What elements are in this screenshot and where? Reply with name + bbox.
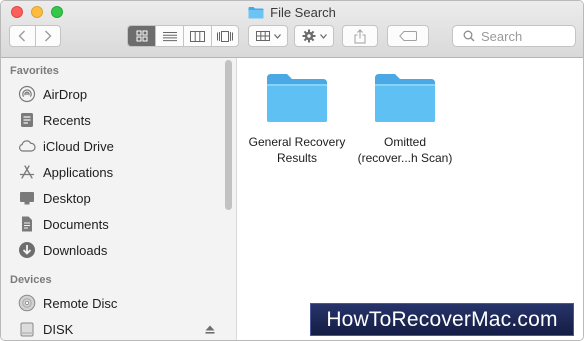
cloud-icon <box>18 137 36 155</box>
share-icon <box>354 28 366 43</box>
sidebar-item-desktop[interactable]: Desktop <box>1 185 236 211</box>
tag-icon <box>399 31 417 41</box>
sidebar-item-label: Applications <box>43 164 114 180</box>
sidebar-item-label: Documents <box>43 216 109 232</box>
sidebar-item-label: Remote Disc <box>43 295 118 311</box>
folder-icon <box>265 72 329 124</box>
gear-icon <box>302 29 315 43</box>
sidebar-item-recents[interactable]: Recents <box>1 107 236 133</box>
forward-button[interactable] <box>36 26 61 46</box>
folder-icon <box>248 6 264 19</box>
sidebar-item-icloud-drive[interactable]: iCloud Drive <box>1 133 236 159</box>
folder-name: Omitted (recover...h Scan) <box>357 135 453 165</box>
folder-name: General Recovery Results <box>248 135 346 165</box>
sidebar-item-downloads[interactable]: Downloads <box>1 237 236 263</box>
sidebar-item-label: iCloud Drive <box>43 138 114 154</box>
column-view-button[interactable] <box>184 26 212 46</box>
back-button[interactable] <box>10 26 36 46</box>
action-button[interactable] <box>294 25 334 47</box>
share-button[interactable] <box>342 25 378 47</box>
view-mode-control <box>127 25 239 47</box>
window-title: File Search <box>1 3 583 21</box>
downloads-icon <box>18 241 36 259</box>
sidebar-item-label: Downloads <box>43 242 108 258</box>
title-bar: File Search <box>1 1 583 58</box>
columns-icon <box>190 30 205 42</box>
chevron-down-icon <box>319 33 327 39</box>
documents-icon <box>18 215 36 233</box>
navigation-buttons <box>9 25 61 47</box>
icon-view-button[interactable] <box>128 26 156 46</box>
list-view-button[interactable] <box>156 26 184 46</box>
devices-header: Devices <box>10 274 52 286</box>
chevron-right-icon <box>44 30 52 42</box>
sidebar-item-remote-disc[interactable]: Remote Disc <box>1 290 236 316</box>
airdrop-icon <box>18 85 36 103</box>
search-icon <box>463 30 475 42</box>
arrange-grid-icon <box>255 31 270 41</box>
sidebar-item-disk[interactable]: DISK <box>1 316 236 340</box>
search-field[interactable] <box>452 25 576 47</box>
disc-icon <box>18 294 36 312</box>
cover-flow-view-button[interactable] <box>212 26 238 46</box>
window-title-text: File Search <box>270 4 336 20</box>
sidebar-item-label: Desktop <box>43 190 91 206</box>
recents-icon <box>18 111 36 129</box>
eject-icon[interactable] <box>205 322 215 337</box>
chevron-down-icon <box>273 33 281 39</box>
watermark-banner: HowToRecoverMac.com <box>310 303 574 336</box>
sidebar-item-applications[interactable]: Applications <box>1 159 236 185</box>
cover-flow-icon <box>217 30 233 42</box>
folder-icon <box>373 72 437 124</box>
sidebar: Favorites AirDrop Recents iCloud Drive A… <box>1 58 237 340</box>
sidebar-item-label: DISK <box>43 321 74 337</box>
folder-general-recovery-results[interactable]: General Recovery Results <box>237 72 357 166</box>
list-icon <box>162 31 177 41</box>
grid-icon <box>136 30 147 42</box>
arrange-button[interactable] <box>248 25 288 47</box>
tags-button[interactable] <box>387 25 429 47</box>
chevron-left-icon <box>18 30 26 42</box>
finder-window: File Search Search Favorites AirDrop Rec… <box>0 0 584 341</box>
sidebar-scrollbar[interactable] <box>225 60 232 210</box>
sidebar-item-label: AirDrop <box>43 86 88 102</box>
drive-icon <box>18 320 36 338</box>
desktop-icon <box>18 189 36 207</box>
favorites-header: Favorites <box>10 65 59 77</box>
sidebar-item-documents[interactable]: Documents <box>1 211 236 237</box>
sidebar-item-label: Recents <box>43 112 91 128</box>
search-input[interactable] <box>481 28 561 44</box>
sidebar-item-airdrop[interactable]: AirDrop <box>1 81 236 107</box>
file-browser: General Recovery Results Omitted (recove… <box>237 58 583 340</box>
folder-omitted[interactable]: Omitted (recover...h Scan) <box>345 72 465 166</box>
applications-icon <box>18 163 36 181</box>
